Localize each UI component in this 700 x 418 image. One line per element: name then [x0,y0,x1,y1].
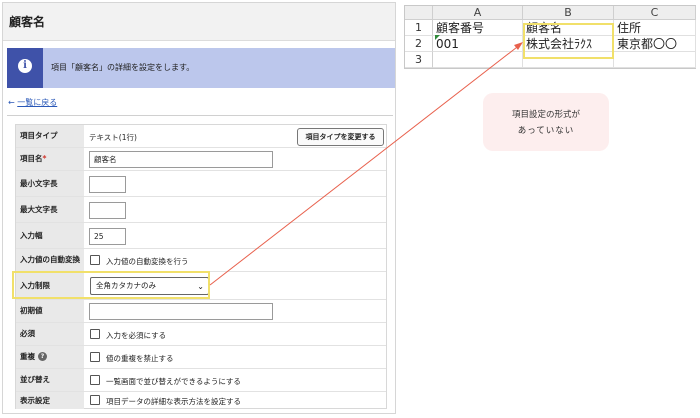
callout-line-2: あっていない [517,126,575,136]
row-max-length: 最大文字長 [16,197,386,223]
column-header-b[interactable]: B [523,6,614,20]
info-banner: i 項目「顧客名」の詳細を設定をします。 [7,48,395,88]
back-to-list-link[interactable]: ← 一覧に戻る [8,97,57,108]
annotation-callout: 項目設定の形式が あっていない [483,93,609,151]
panel-header: 顧客名 [3,3,395,41]
required-text: 入力を必須にする [106,331,167,340]
initial-value-input[interactable] [89,303,273,320]
info-message: 項目「顧客名」の詳細を設定をします。 [51,63,195,72]
input-restriction-highlight [12,271,210,299]
max-length-label: 最大文字長 [16,197,84,222]
cell-a2[interactable]: 001 [433,36,523,52]
required-checkbox[interactable] [90,329,100,339]
required-mark: * [42,154,47,163]
min-length-input[interactable] [89,176,126,193]
callout-line-1: 項目設定の形式が [511,110,580,120]
cell-a3[interactable] [433,52,523,68]
max-length-input[interactable] [89,202,126,219]
help-icon[interactable]: ? [38,352,47,361]
error-indicator-icon [435,35,440,40]
required-label: 必須 [16,323,84,345]
duplicate-checkbox[interactable] [90,352,100,362]
row-auto-convert: 入力値の自動変換 入力値の自動変換を行う [16,249,386,272]
arrow-left-icon: ← [8,98,15,107]
change-item-type-button[interactable]: 項目タイプを変更する [297,128,384,146]
sheet-corner [405,6,433,20]
item-type-value: テキスト(1行) [89,133,137,142]
display-checkbox[interactable] [90,395,100,405]
row-display: 表示設定 項目データの詳細な表示方法を設定する [16,392,386,409]
sort-label: 並び替え [16,369,84,391]
row-initial-value: 初期値 [16,300,386,323]
display-text: 項目データの詳細な表示方法を設定する [106,397,241,406]
input-width-input[interactable]: 25 [89,228,126,245]
auto-convert-label: 入力値の自動変換 [16,249,84,271]
item-name-label: 項目名* [16,148,84,170]
row-sort: 並び替え 一覧画面で並び替えができるようにする [16,369,386,392]
row-input-width: 入力幅 25 [16,223,386,249]
row-item-name: 項目名* 顧客名 [16,148,386,171]
duplicate-text: 値の重複を禁止する [106,354,174,363]
row-header-1[interactable]: 1 [405,20,433,36]
divider [7,115,393,116]
auto-convert-checkbox[interactable] [90,255,100,265]
auto-convert-text: 入力値の自動変換を行う [106,257,189,266]
row-required: 必須 入力を必須にする [16,323,386,346]
item-settings-form: 項目タイプ テキスト(1行) 項目名* 顧客名 最小文字長 最大文字長 入力幅 … [15,124,387,409]
info-icon: i [7,48,43,88]
sort-checkbox[interactable] [90,375,100,385]
customer-name-column-highlight [523,23,614,59]
row-header-3[interactable]: 3 [405,52,433,68]
column-header-a[interactable]: A [433,6,523,20]
min-length-label: 最小文字長 [16,171,84,196]
item-name-input[interactable]: 顧客名 [89,151,273,168]
cell-c2[interactable]: 東京都〇〇 [614,36,696,52]
cell-c3[interactable] [614,52,696,68]
row-header-2[interactable]: 2 [405,36,433,52]
duplicate-label: 重複? [16,346,84,368]
back-link-label: 一覧に戻る [17,98,58,107]
item-type-label: 項目タイプ [16,125,84,147]
column-header-c[interactable]: C [614,6,696,20]
display-label: 表示設定 [16,392,84,409]
initial-value-label: 初期値 [16,300,84,322]
sort-text: 一覧画面で並び替えができるようにする [106,377,241,386]
page-title: 顧客名 [9,15,46,29]
cell-c1[interactable]: 住所 [614,20,696,36]
input-width-label: 入力幅 [16,223,84,248]
cell-a1[interactable]: 顧客番号 [433,20,523,36]
row-min-length: 最小文字長 [16,171,386,197]
row-duplicate: 重複? 値の重複を禁止する [16,346,386,369]
